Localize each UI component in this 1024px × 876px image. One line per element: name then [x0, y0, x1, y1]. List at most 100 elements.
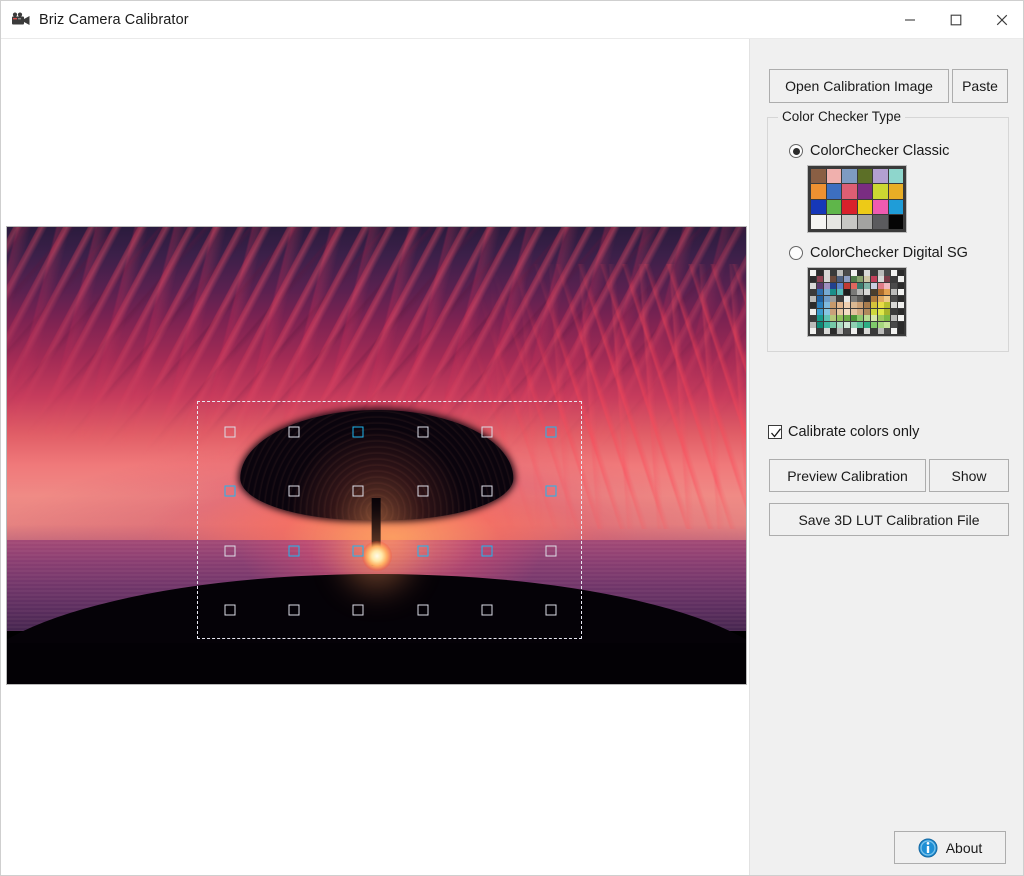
sg-swatch: [870, 295, 877, 302]
sg-swatch: [870, 282, 877, 289]
sg-swatch: [837, 276, 844, 283]
sg-swatch: [823, 289, 830, 296]
sg-swatch: [877, 270, 884, 276]
sg-swatch: [857, 328, 864, 334]
sg-swatch: [870, 328, 877, 334]
about-button[interactable]: About: [894, 831, 1006, 864]
sg-swatch: [891, 328, 898, 334]
sg-swatch: [850, 302, 857, 309]
color-checker-type-title: Color Checker Type: [778, 109, 906, 124]
calibrate-colors-only-checkbox[interactable]: Calibrate colors only: [768, 424, 919, 440]
checkbox-indicator[interactable]: [768, 425, 782, 439]
sg-swatch: [843, 289, 850, 296]
sg-swatch: [864, 276, 871, 283]
paste-button[interactable]: Paste: [952, 69, 1008, 103]
sg-swatch: [870, 308, 877, 315]
sg-swatch: [816, 328, 823, 334]
sg-swatch: [870, 270, 877, 276]
sg-swatch: [810, 276, 817, 283]
sg-swatch: [897, 321, 904, 328]
classic-swatch: [811, 214, 826, 229]
sg-swatch: [897, 295, 904, 302]
classic-swatch: [811, 199, 826, 214]
sg-swatch: [857, 295, 864, 302]
sg-swatch: [850, 328, 857, 334]
sg-swatch: [891, 302, 898, 309]
radio-sg-indicator[interactable]: [789, 246, 803, 260]
sg-swatch: [823, 302, 830, 309]
maximize-icon[interactable]: [933, 1, 979, 39]
sg-swatch: [884, 308, 891, 315]
image-canvas-area[interactable]: [1, 39, 749, 875]
radio-colorchecker-digital-sg[interactable]: ColorChecker Digital SG: [789, 245, 968, 261]
show-button[interactable]: Show: [929, 459, 1009, 492]
sg-swatch: [877, 315, 884, 322]
sg-swatch: [816, 315, 823, 322]
sg-swatch: [884, 289, 891, 296]
sg-swatch: [877, 276, 884, 283]
preview-calibration-button[interactable]: Preview Calibration: [769, 459, 926, 492]
sg-swatch: [897, 270, 904, 276]
sg-swatch: [877, 321, 884, 328]
classic-swatch: [888, 214, 903, 229]
sg-swatch: [823, 282, 830, 289]
sg-swatch: [897, 276, 904, 283]
classic-swatch: [842, 184, 857, 199]
radio-classic-indicator[interactable]: [789, 144, 803, 158]
classic-swatch: [888, 199, 903, 214]
sg-swatch: [816, 295, 823, 302]
sg-swatch: [810, 295, 817, 302]
sg-swatch: [884, 270, 891, 276]
about-label: About: [945, 839, 983, 856]
sg-swatch: [830, 308, 837, 315]
classic-swatch: [873, 169, 888, 184]
sg-swatch: [864, 302, 871, 309]
colorchecker-digital-sg-chart: [807, 267, 907, 337]
close-icon[interactable]: [979, 1, 1023, 39]
sg-swatch: [857, 302, 864, 309]
sg-swatch: [816, 270, 823, 276]
sg-swatch: [857, 321, 864, 328]
sun-glow: [361, 541, 392, 572]
sg-swatch: [891, 321, 898, 328]
sg-swatch: [891, 308, 898, 315]
sg-swatch: [884, 328, 891, 334]
sg-swatch: [843, 321, 850, 328]
sg-swatch: [837, 315, 844, 322]
sg-swatch: [897, 289, 904, 296]
sg-swatch: [891, 276, 898, 283]
sg-swatch: [897, 308, 904, 315]
sg-swatch: [850, 289, 857, 296]
open-calibration-image-button[interactable]: Open Calibration Image: [769, 69, 949, 103]
info-icon: [918, 838, 938, 858]
colorchecker-classic-chart: [807, 165, 907, 233]
sg-swatch: [837, 328, 844, 334]
sg-swatch: [816, 302, 823, 309]
save-3d-lut-calibration-file-button[interactable]: Save 3D LUT Calibration File: [769, 503, 1009, 536]
minimize-icon[interactable]: [887, 1, 933, 39]
sg-swatch: [810, 315, 817, 322]
sg-swatch: [877, 282, 884, 289]
sg-swatch: [877, 328, 884, 334]
sg-swatch: [864, 295, 871, 302]
sg-swatch: [891, 282, 898, 289]
sg-swatch: [810, 321, 817, 328]
sg-swatch: [857, 276, 864, 283]
sg-swatch: [864, 315, 871, 322]
sg-swatch: [837, 282, 844, 289]
sg-swatch: [843, 308, 850, 315]
sg-swatch: [857, 315, 864, 322]
sg-swatch: [870, 315, 877, 322]
sg-swatch: [843, 302, 850, 309]
sg-swatch: [850, 270, 857, 276]
sg-swatch: [843, 315, 850, 322]
radio-colorchecker-classic[interactable]: ColorChecker Classic: [789, 143, 949, 159]
sg-swatch: [884, 321, 891, 328]
radio-classic-label: ColorChecker Classic: [810, 143, 950, 159]
sg-swatch: [830, 270, 837, 276]
sg-swatch: [816, 282, 823, 289]
sg-swatch: [823, 321, 830, 328]
sg-swatch: [843, 276, 850, 283]
sg-swatch: [843, 295, 850, 302]
calibration-image[interactable]: [6, 226, 747, 685]
